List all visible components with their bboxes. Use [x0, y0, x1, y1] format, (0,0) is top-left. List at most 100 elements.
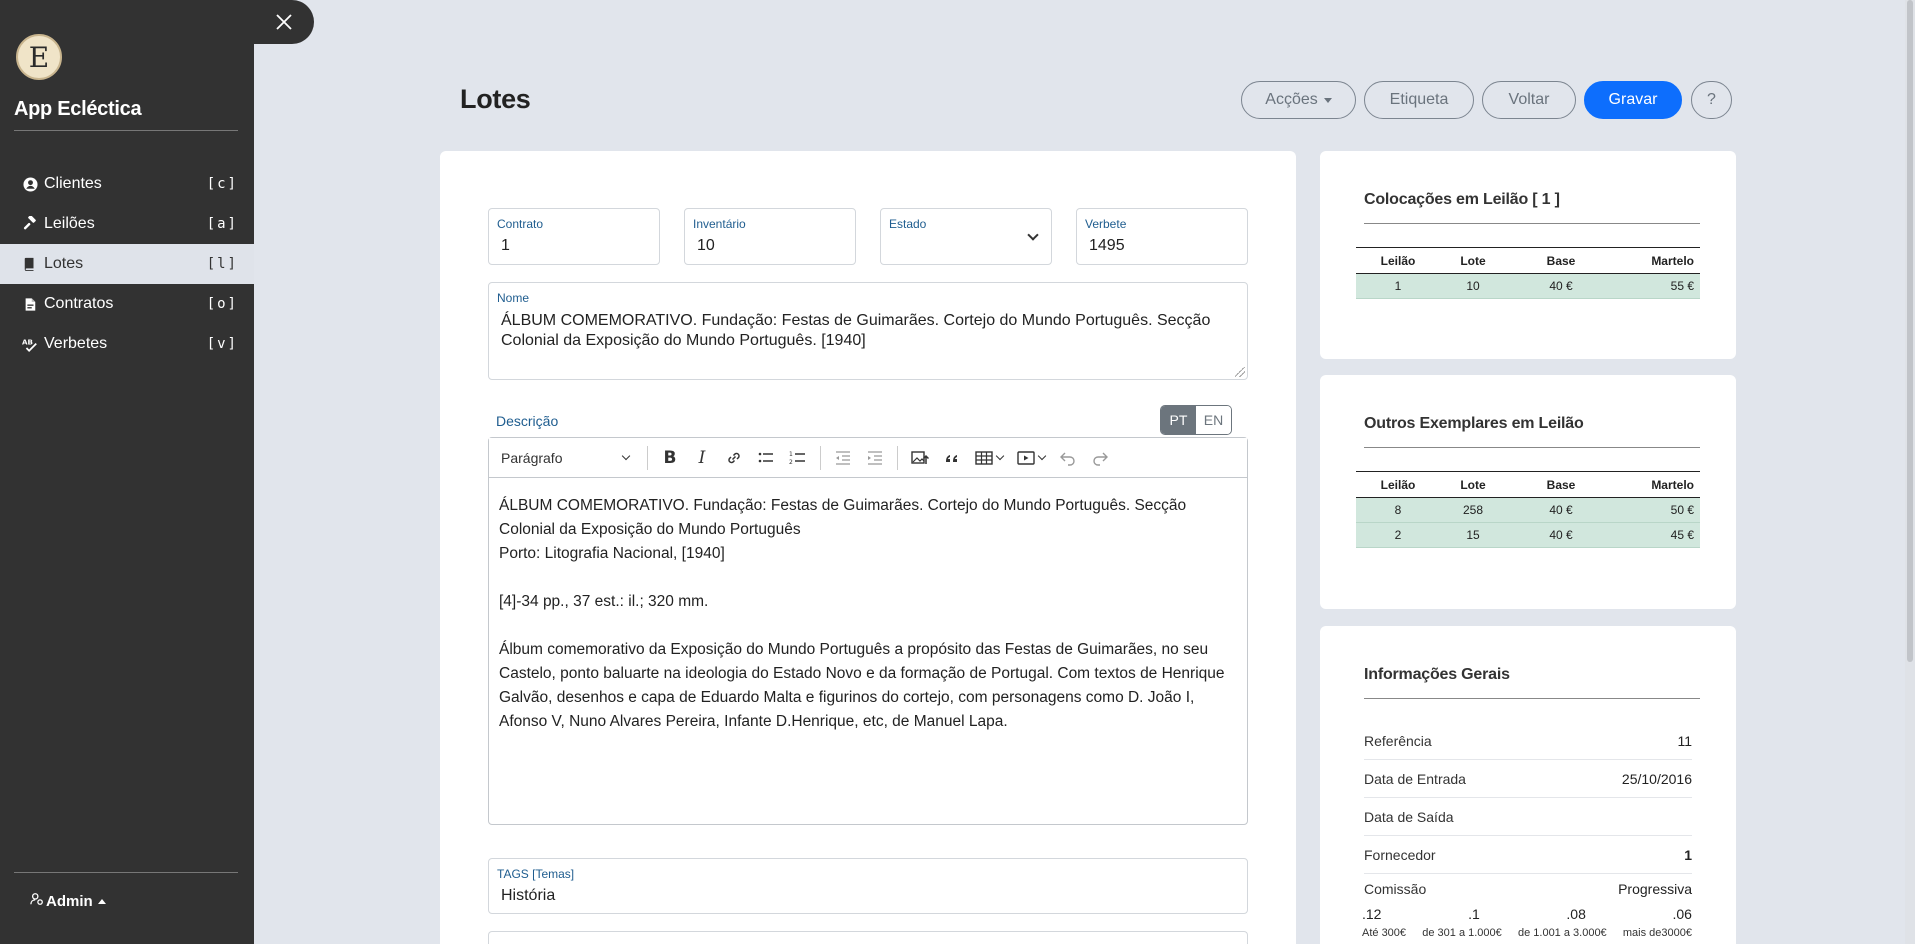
chevron-down-icon	[1027, 229, 1039, 241]
bulleted-list-button[interactable]	[750, 443, 782, 473]
italic-button[interactable]: I	[686, 443, 718, 473]
sidebar-item-lotes[interactable]: Lotes [l]	[0, 244, 254, 284]
description-editor: Parágrafo B I 12 ÁLBUM COMEMORATIVO. Fun…	[488, 437, 1248, 825]
info-value: Progressiva	[1618, 881, 1692, 897]
page-title: Lotes	[460, 84, 531, 114]
sidebar-item-contratos[interactable]: Contratos [o]	[0, 284, 254, 324]
user-menu[interactable]: Admin	[30, 892, 106, 910]
paragraph-style-label: Parágrafo	[501, 449, 563, 466]
contrato-field[interactable]: Contrato 1	[488, 208, 660, 265]
field-value: História	[501, 887, 556, 904]
panel-title: Colocações em Leilão [ 1 ]	[1364, 191, 1560, 208]
redo-icon	[1093, 452, 1108, 466]
numbered-list-button[interactable]: 12	[782, 443, 814, 473]
inventario-field[interactable]: Inventário 10	[684, 208, 856, 265]
table-header: Leilão	[1356, 471, 1440, 498]
commission-rate: .08	[1566, 906, 1586, 922]
bold-button[interactable]: B	[654, 443, 686, 473]
table-row[interactable]: 8 258 40 € 50 €	[1356, 497, 1700, 523]
chevron-down-icon	[621, 451, 631, 461]
info-label: Comissão	[1364, 881, 1427, 897]
gravar-button[interactable]: Gravar	[1584, 81, 1682, 119]
help-button[interactable]: ?	[1691, 81, 1732, 119]
info-label: Data de Entrada	[1364, 770, 1466, 787]
table-cell: 40 €	[1506, 273, 1616, 299]
undo-button[interactable]	[1052, 443, 1084, 473]
informacoes-gerais-panel: Informações Gerais Referência 11 Data de…	[1320, 626, 1736, 944]
shortcut-key: [c]	[206, 176, 238, 192]
sidebar-divider	[14, 130, 238, 131]
info-row-data-entrada: Data de Entrada 25/10/2016	[1364, 760, 1692, 798]
sidebar-item-leiloes[interactable]: Leilões [a]	[0, 204, 254, 244]
table-header: Leilão	[1356, 247, 1440, 274]
redo-button[interactable]	[1084, 443, 1116, 473]
sidebar-item-verbetes[interactable]: AB Verbetes [v]	[0, 324, 254, 364]
svg-text:1: 1	[789, 451, 793, 458]
table-header: Martelo	[1616, 247, 1700, 274]
table-row[interactable]: 1 10 40 € 55 €	[1356, 273, 1700, 299]
field-label: Contrato	[497, 217, 544, 231]
description-paragraph: ÁLBUM COMEMORATIVO. Fundação: Festas de …	[499, 497, 1187, 538]
indent-button[interactable]	[859, 443, 891, 473]
close-sidebar-button[interactable]	[254, 0, 314, 44]
info-value: 25/10/2016	[1621, 770, 1692, 787]
info-label: Data de Saída	[1364, 808, 1454, 825]
user-circle-icon	[22, 176, 38, 192]
blockquote-button[interactable]	[936, 443, 968, 473]
field-label: TAGS [Temas]	[497, 867, 575, 881]
table-icon	[975, 450, 993, 465]
paragraph-style-select[interactable]: Parágrafo	[501, 450, 641, 466]
info-row-comissao: Comissão Progressiva	[1364, 874, 1692, 904]
table-cell: 45 €	[1616, 522, 1700, 548]
numbered-list-icon: 12	[789, 451, 805, 466]
sidebar-item-clientes[interactable]: Clientes [c]	[0, 164, 254, 204]
panel-title: Outros Exemplares em Leilão	[1364, 415, 1584, 432]
commission-rate: .1	[1468, 906, 1480, 922]
resize-handle[interactable]	[1235, 367, 1245, 377]
app-title: App Ecléctica	[14, 98, 142, 120]
table-header: Base	[1506, 247, 1616, 274]
verbete-field[interactable]: Verbete 1495	[1076, 208, 1248, 265]
acoes-dropdown-button[interactable]: Acções	[1241, 81, 1356, 119]
estado-select[interactable]: Estado	[880, 208, 1052, 265]
insert-image-button[interactable]	[904, 443, 936, 473]
sidebar-item-label: Verbetes	[44, 335, 108, 352]
italic-icon: I	[698, 447, 706, 468]
editor-content[interactable]: ÁLBUM COMEMORATIVO. Fundação: Festas de …	[489, 478, 1247, 750]
lang-en-button[interactable]: EN	[1196, 406, 1231, 434]
spell-check-icon: AB	[22, 336, 38, 352]
caret-up-icon	[97, 898, 106, 904]
nome-textarea[interactable]: Nome ÁLBUM COMEMORATIVO. Fundação: Festa…	[488, 282, 1248, 380]
undo-icon	[1060, 452, 1075, 466]
bulleted-list-icon	[758, 452, 773, 462]
info-row-fornecedor: Fornecedor 1	[1364, 836, 1692, 874]
link-button[interactable]	[718, 443, 750, 473]
tags-field[interactable]: TAGS [Temas] História	[488, 858, 1248, 914]
scrollbar-thumb[interactable]	[1907, 0, 1913, 662]
field-value: ÁLBUM COMEMORATIVO. Fundação: Festas de …	[501, 312, 1211, 349]
sidebar-bottom-divider	[14, 872, 238, 873]
scrollbar-track[interactable]	[1905, 0, 1915, 944]
field-label: Verbete	[1085, 217, 1127, 231]
insert-table-button[interactable]	[968, 443, 1010, 473]
table-header: Lote	[1440, 247, 1506, 274]
field-label: Nome	[497, 291, 530, 305]
voltar-button[interactable]: Voltar	[1482, 81, 1576, 119]
quote-icon	[946, 454, 957, 462]
insert-media-button[interactable]	[1010, 443, 1052, 473]
sidebar: E App Ecléctica Clientes [c] Leilões [a]…	[0, 0, 254, 944]
toolbar-separator	[820, 445, 821, 470]
commission-rate: .12	[1362, 906, 1382, 922]
next-field[interactable]	[488, 931, 1248, 944]
table-cell: 258	[1440, 497, 1506, 523]
shortcut-key: [o]	[206, 296, 238, 312]
fornecedor-link[interactable]: 1	[1684, 847, 1692, 863]
outdent-button[interactable]	[827, 443, 859, 473]
user-name: Admin	[46, 892, 93, 910]
etiqueta-button[interactable]: Etiqueta	[1364, 81, 1474, 119]
table-row[interactable]: 2 15 40 € 45 €	[1356, 522, 1700, 548]
file-pdf-icon	[22, 296, 38, 312]
book-icon	[22, 256, 38, 272]
lang-pt-button[interactable]: PT	[1161, 406, 1196, 434]
descricao-label: Descrição	[496, 413, 559, 429]
